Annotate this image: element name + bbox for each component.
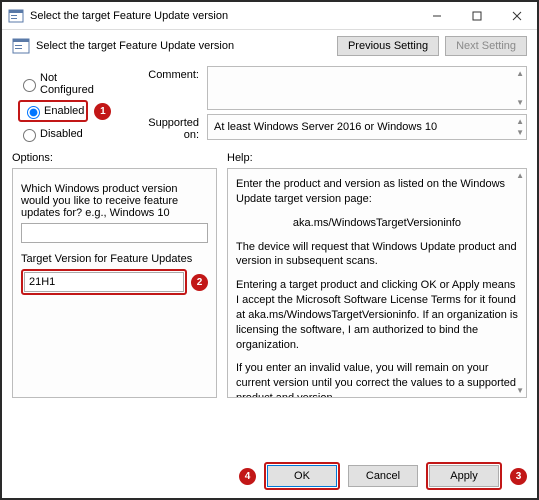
supported-label: Supported on: — [132, 114, 207, 141]
ok-button[interactable]: OK — [267, 465, 337, 487]
radio-disabled[interactable]: Disabled — [18, 126, 112, 142]
help-column: Help: Enter the product and version as l… — [227, 152, 527, 398]
chevron-up-icon[interactable]: ▲ — [516, 69, 524, 78]
policy-icon — [12, 37, 30, 55]
annotation-badge-3: 3 — [510, 468, 527, 485]
close-button[interactable] — [497, 2, 537, 30]
header-title: Select the target Feature Update version — [36, 40, 337, 52]
cancel-button[interactable]: Cancel — [348, 465, 418, 487]
state-radios: Not Configured Enabled 1 Disabled — [2, 62, 112, 152]
help-text: Enter the product and version as listed … — [236, 177, 518, 207]
radio-not-configured[interactable]: Not Configured — [18, 72, 112, 96]
chevron-up-icon[interactable]: ▲ — [516, 171, 524, 180]
radio-label: Enabled — [44, 105, 84, 117]
chevron-down-icon[interactable]: ▼ — [516, 98, 524, 107]
supported-value: At least Windows Server 2016 or Windows … — [214, 121, 437, 133]
radio-label: Disabled — [40, 128, 83, 140]
help-text: The device will request that Windows Upd… — [236, 240, 518, 270]
window-title: Select the target Feature Update version — [30, 10, 417, 22]
maximize-button[interactable] — [457, 2, 497, 30]
next-setting-button[interactable]: Next Setting — [445, 36, 527, 56]
previous-setting-button[interactable]: Previous Setting — [337, 36, 439, 56]
dialog-buttons: 4 OK Cancel Apply 3 — [239, 462, 527, 490]
help-panel: Enter the product and version as listed … — [227, 168, 527, 398]
minimize-button[interactable] — [417, 2, 457, 30]
comment-textarea[interactable]: ▲ ▼ — [207, 66, 527, 110]
help-text: Entering a target product and clicking O… — [236, 278, 518, 352]
dialog-window: Select the target Feature Update version… — [0, 0, 539, 500]
chevron-up-icon[interactable]: ▲ — [516, 117, 524, 126]
columns: Options: Which Windows product version w… — [2, 152, 537, 398]
option-question-2: Target Version for Feature Updates — [21, 253, 208, 265]
apply-button[interactable]: Apply — [429, 465, 499, 487]
chevron-down-icon[interactable]: ▼ — [516, 386, 524, 395]
options-label: Options: — [12, 152, 217, 164]
help-link: aka.ms/WindowsTargetVersioninfo — [236, 216, 518, 231]
comment-label: Comment: — [132, 66, 207, 110]
annotation-badge-4: 4 — [239, 468, 256, 485]
radio-enabled[interactable]: Enabled — [22, 103, 84, 119]
annotation-badge-2: 2 — [191, 274, 208, 291]
titlebar: Select the target Feature Update version — [2, 2, 537, 30]
option-question-1: Which Windows product version would you … — [21, 183, 208, 219]
highlight-2 — [21, 269, 187, 295]
options-column: Options: Which Windows product version w… — [12, 152, 217, 398]
meta-fields: Comment: ▲ ▼ Supported on: At least Wind… — [132, 66, 537, 141]
product-version-input[interactable] — [21, 223, 208, 243]
target-version-input[interactable] — [24, 272, 184, 292]
annotation-badge-1: 1 — [94, 103, 111, 120]
nav-buttons: Previous Setting Next Setting — [337, 36, 527, 56]
highlight-1: Enabled — [18, 100, 88, 122]
header: Select the target Feature Update version… — [2, 30, 537, 62]
help-text: If you enter an invalid value, you will … — [236, 361, 518, 398]
radio-label: Not Configured — [40, 72, 112, 96]
policy-icon — [8, 8, 24, 24]
highlight-4: OK — [264, 462, 340, 490]
chevron-down-icon[interactable]: ▼ — [516, 128, 524, 137]
supported-box: At least Windows Server 2016 or Windows … — [207, 114, 527, 140]
highlight-3: Apply — [426, 462, 502, 490]
options-panel: Which Windows product version would you … — [12, 168, 217, 398]
help-label: Help: — [227, 152, 527, 164]
